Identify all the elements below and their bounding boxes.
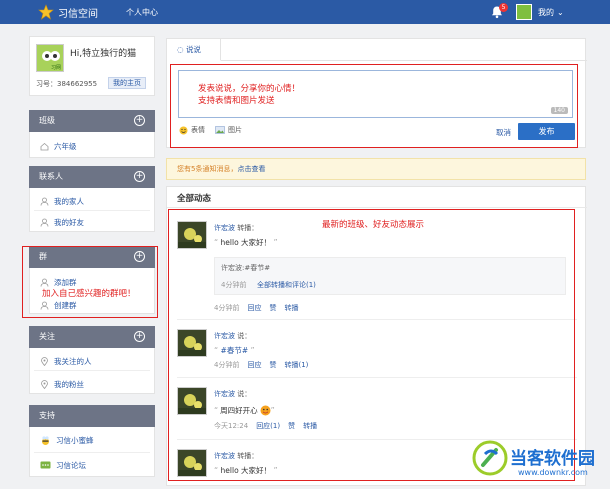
watermark-logo-icon (472, 440, 508, 476)
notification-notice: 您有5条通知消息，点击查看 (166, 158, 586, 180)
sidebar-item-bee[interactable]: 习信小蜜蜂 (40, 435, 94, 446)
chevron-down-icon: ⌄ (557, 7, 564, 17)
section-class-header: 班级 + (29, 110, 155, 132)
sidebar-item-label: 我的家人 (54, 197, 84, 206)
user-avatar (516, 4, 532, 20)
section-support-body: 习信小蜜蜂 习信论坛 (29, 427, 155, 477)
composer-annotation-line2: 支持表情和图片发送 (198, 96, 275, 106)
home-icon (40, 142, 49, 151)
person-icon (40, 218, 49, 227)
section-follow-body: 我关注的人 我的粉丝 (29, 348, 155, 394)
section-follow-title: 关注 (39, 332, 55, 341)
divider (34, 210, 150, 211)
add-follow-icon[interactable]: + (134, 331, 145, 342)
nav-personal-center[interactable]: 个人中心 (126, 7, 158, 18)
group-annotation-text: 加入自己感兴趣的群吧！ (42, 289, 136, 300)
site-watermark: 当客软件园 www.downkr.com (472, 440, 610, 489)
section-contacts-body: 我的家人 我的好友 (29, 188, 155, 232)
my-home-button[interactable]: 我的主页 (108, 77, 146, 89)
location-pin-icon (41, 380, 48, 389)
app-logo[interactable]: 习信空间 (38, 4, 98, 20)
composer-annotation-line1: 发表说说，分享你的心情！ (198, 84, 301, 94)
app-name: 习信空间 (58, 8, 98, 20)
tab-shuoshuo[interactable]: ◌ 说说 (167, 39, 221, 61)
sidebar-item-label: 我关注的人 (54, 357, 92, 366)
tab-label: 说说 (185, 45, 201, 54)
divider (34, 370, 150, 371)
sidebar-item-fans[interactable]: 我的粉丝 (40, 379, 84, 390)
watermark-url: www.downkr.com (518, 468, 588, 477)
sidebar-item-forum[interactable]: 习信论坛 (40, 460, 86, 471)
section-contacts-header: 联系人 + (29, 166, 155, 188)
divider (167, 207, 587, 208)
watermark-title: 当客软件园 (510, 449, 595, 469)
sidebar-item-label: 六年级 (54, 142, 77, 151)
sidebar-item-grade[interactable]: 六年级 (40, 141, 77, 152)
sidebar-item-label: 我的好友 (54, 218, 84, 227)
notification-badge: 5 (499, 3, 508, 12)
composer-tabs: ◌ 说说 (167, 39, 587, 61)
sidebar-item-friends[interactable]: 我的好友 (40, 217, 84, 228)
add-class-icon[interactable]: + (134, 115, 145, 126)
sidebar-item-label: 我的粉丝 (54, 380, 84, 389)
add-contact-icon[interactable]: + (134, 171, 145, 182)
feed-annotation-text: 最新的班级、好友动态展示 (322, 220, 425, 230)
profile-greeting: Hi,特立独行的猫 (70, 49, 137, 59)
section-class-title: 班级 (39, 116, 55, 125)
section-follow-header: 关注 + (29, 326, 155, 348)
section-contacts-title: 联系人 (39, 172, 63, 181)
group-annotation-box (22, 246, 158, 318)
user-name: 我的 (538, 7, 554, 17)
star-logo-icon (38, 4, 54, 20)
section-support-header: 支持 (29, 405, 155, 427)
user-menu[interactable]: 我的 ⌄ (516, 4, 564, 20)
person-icon (40, 197, 49, 206)
sidebar-item-family[interactable]: 我的家人 (40, 196, 84, 207)
profile-card: 习网 Hi,特立独行的猫 习号：384662955 我的主页 (29, 36, 155, 96)
section-support-title: 支持 (39, 411, 55, 420)
location-pin-icon (41, 357, 48, 366)
avatar-label: 习网 (51, 65, 62, 71)
notice-text: 您有5条通知消息， (177, 165, 238, 173)
sidebar-item-label: 习信论坛 (56, 461, 86, 470)
chat-icon (40, 461, 51, 469)
top-navbar: 习信空间 个人中心 5 我的 ⌄ (0, 0, 610, 24)
bee-icon (42, 436, 49, 445)
feed-title: 全部动态 (177, 194, 212, 204)
sidebar-item-label: 习信小蜜蜂 (56, 436, 94, 445)
section-class-body: 六年级 (29, 132, 155, 158)
speech-bubble-icon: ◌ (177, 45, 184, 54)
notice-view-link[interactable]: 点击查看 (237, 165, 265, 173)
profile-avatar[interactable]: 习网 (36, 44, 64, 72)
sidebar-item-following[interactable]: 我关注的人 (40, 356, 92, 367)
divider (34, 452, 150, 453)
profile-id: 习号：384662955 (36, 80, 98, 88)
